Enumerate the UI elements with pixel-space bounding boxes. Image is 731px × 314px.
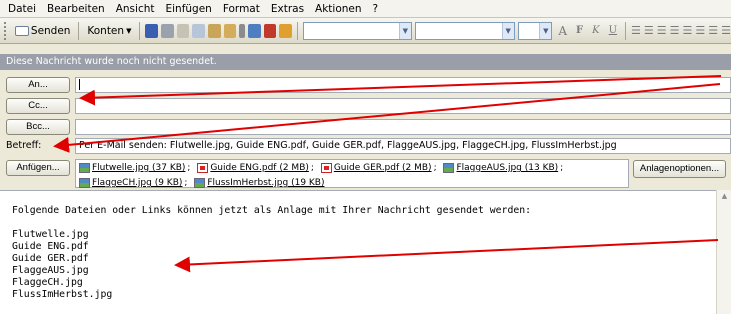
send-button[interactable]: Senden <box>12 21 74 41</box>
info-bar: Diese Nachricht wurde noch nicht gesende… <box>0 54 731 70</box>
menu-datei[interactable]: Datei <box>8 3 36 15</box>
attachment-name: FlaggeAUS.jpg (13 KB) <box>456 163 559 173</box>
font-size-select[interactable]: ▼ <box>517 21 553 40</box>
toolbar-separator <box>78 21 80 40</box>
horizontal-line-icon[interactable]: ☰ <box>721 24 731 37</box>
options-icon[interactable] <box>279 23 292 38</box>
attachment-item[interactable]: Flutwelle.jpg (37 KB); <box>79 162 190 174</box>
image-icon <box>443 163 455 173</box>
subject-label: Betreff: <box>6 140 42 151</box>
attachment-item[interactable]: Guide GER.pdf (2 MB); <box>320 162 437 174</box>
scroll-up-icon[interactable]: ▲ <box>719 192 730 203</box>
chevron-down-icon: ▼ <box>126 26 132 35</box>
menu-format[interactable]: Format <box>223 3 260 15</box>
accounts-button[interactable]: Konten ▼ <box>84 21 134 41</box>
pdf-icon <box>320 163 332 173</box>
font-color-button[interactable]: A <box>555 24 570 38</box>
attachment-item[interactable]: FlaggeCH.jpg (9 KB); <box>79 177 187 189</box>
toolbar: Senden Konten ▼ ▼ ▼ ▼ A F K U ☰ ☰ ☰ ☰ ☰ … <box>0 18 731 44</box>
align-right-icon[interactable]: ☰ <box>657 24 667 37</box>
attachment-item[interactable]: FlaggeAUS.jpg (13 KB); <box>443 162 563 174</box>
address-book-icon[interactable] <box>223 23 237 38</box>
attachment-name: Guide GER.pdf (2 MB) <box>333 163 432 173</box>
attachment-name: Guide ENG.pdf (2 MB) <box>210 163 309 173</box>
toolbar-separator <box>625 21 626 40</box>
attachment-item[interactable]: FlussImHerbst.jpg (19 KB) <box>194 177 325 189</box>
cc-field[interactable] <box>75 98 731 114</box>
style-select[interactable]: ▼ <box>302 21 412 40</box>
menu-extras[interactable]: Extras <box>271 3 304 15</box>
body-line: FlaggeAUS.jpg <box>12 265 89 276</box>
to-field[interactable] <box>75 77 731 93</box>
accounts-label: Konten <box>87 24 125 37</box>
image-icon <box>79 178 90 188</box>
annotation-arrow <box>53 83 721 153</box>
attachment-list: Flutwelle.jpg (37 KB); Guide ENG.pdf (2 … <box>75 159 629 188</box>
align-left-icon[interactable]: ☰ <box>631 24 641 37</box>
flag-icon[interactable] <box>263 23 277 38</box>
attachment-name: FlussImHerbst.jpg (19 KB) <box>207 178 325 188</box>
image-icon <box>194 178 206 188</box>
menu-bar: Datei Bearbeiten Ansicht Einfügen Format… <box>0 0 731 18</box>
copy-icon[interactable] <box>192 23 206 38</box>
decrease-indent-icon[interactable]: ☰ <box>695 24 705 37</box>
send-label: Senden <box>30 24 71 37</box>
body-line: Folgende Dateien oder Links können jetzt… <box>12 205 532 216</box>
align-center-icon[interactable]: ☰ <box>644 24 654 37</box>
body-line: FlaggeCH.jpg <box>12 277 83 288</box>
chevron-down-icon[interactable]: ▼ <box>398 22 411 39</box>
chevron-down-icon[interactable]: ▼ <box>501 22 514 39</box>
bcc-button[interactable]: Bcc... <box>6 119 70 135</box>
send-icon <box>14 25 29 36</box>
to-button[interactable]: An... <box>6 77 70 93</box>
attachment-options-button[interactable]: Anlagenoptionen... <box>633 160 726 178</box>
cut-icon[interactable] <box>176 23 190 38</box>
print-icon[interactable] <box>161 23 174 38</box>
attach-icon[interactable] <box>239 23 245 38</box>
check-names-icon[interactable] <box>247 23 261 38</box>
body-line: Guide ENG.pdf <box>12 241 89 252</box>
chevron-down-icon[interactable]: ▼ <box>539 22 552 39</box>
toolbar-grip[interactable] <box>4 21 7 40</box>
attachment-name: FlaggeCH.jpg (9 KB) <box>92 178 183 188</box>
menu-ansicht[interactable]: Ansicht <box>116 3 155 15</box>
attachment-name: Flutwelle.jpg (37 KB) <box>92 163 186 173</box>
underline-button[interactable]: U <box>606 25 620 36</box>
bullet-list-icon[interactable]: ☰ <box>670 24 680 37</box>
font-select[interactable]: ▼ <box>414 21 515 40</box>
toolbar-separator <box>139 21 141 40</box>
subject-field[interactable]: Per E-Mail senden: Flutwelle.jpg, Guide … <box>75 138 731 154</box>
body-line: Guide GER.pdf <box>12 253 89 264</box>
body-line: Flutwelle.jpg <box>12 229 89 240</box>
menu-einfuegen[interactable]: Einfügen <box>166 3 212 15</box>
attachment-item[interactable]: Guide ENG.pdf (2 MB); <box>197 162 314 174</box>
save-icon[interactable] <box>145 23 159 38</box>
message-body[interactable]: Folgende Dateien oder Links können jetzt… <box>0 190 731 314</box>
attach-button[interactable]: Anfügen... <box>6 160 70 176</box>
paste-icon[interactable] <box>208 23 221 38</box>
image-icon <box>79 163 90 173</box>
body-line <box>12 217 719 229</box>
menu-aktionen[interactable]: Aktionen <box>315 3 362 15</box>
increase-indent-icon[interactable]: ☰ <box>708 24 718 37</box>
cc-button[interactable]: Cc... <box>6 98 70 114</box>
bold-button[interactable]: F <box>573 25 586 36</box>
pdf-icon <box>197 163 209 173</box>
menu-help[interactable]: ? <box>373 3 379 15</box>
body-line: FlussImHerbst.jpg <box>12 289 113 300</box>
body-scrollbar[interactable]: ▲ <box>716 190 731 314</box>
menu-bearbeiten[interactable]: Bearbeiten <box>47 3 105 15</box>
text-cursor <box>79 79 80 90</box>
italic-button[interactable]: K <box>589 25 602 36</box>
numbered-list-icon[interactable]: ☰ <box>682 24 692 37</box>
email-compose-window: Datei Bearbeiten Ansicht Einfügen Format… <box>0 0 731 314</box>
toolbar-separator <box>296 21 298 40</box>
bcc-field[interactable] <box>75 119 731 135</box>
